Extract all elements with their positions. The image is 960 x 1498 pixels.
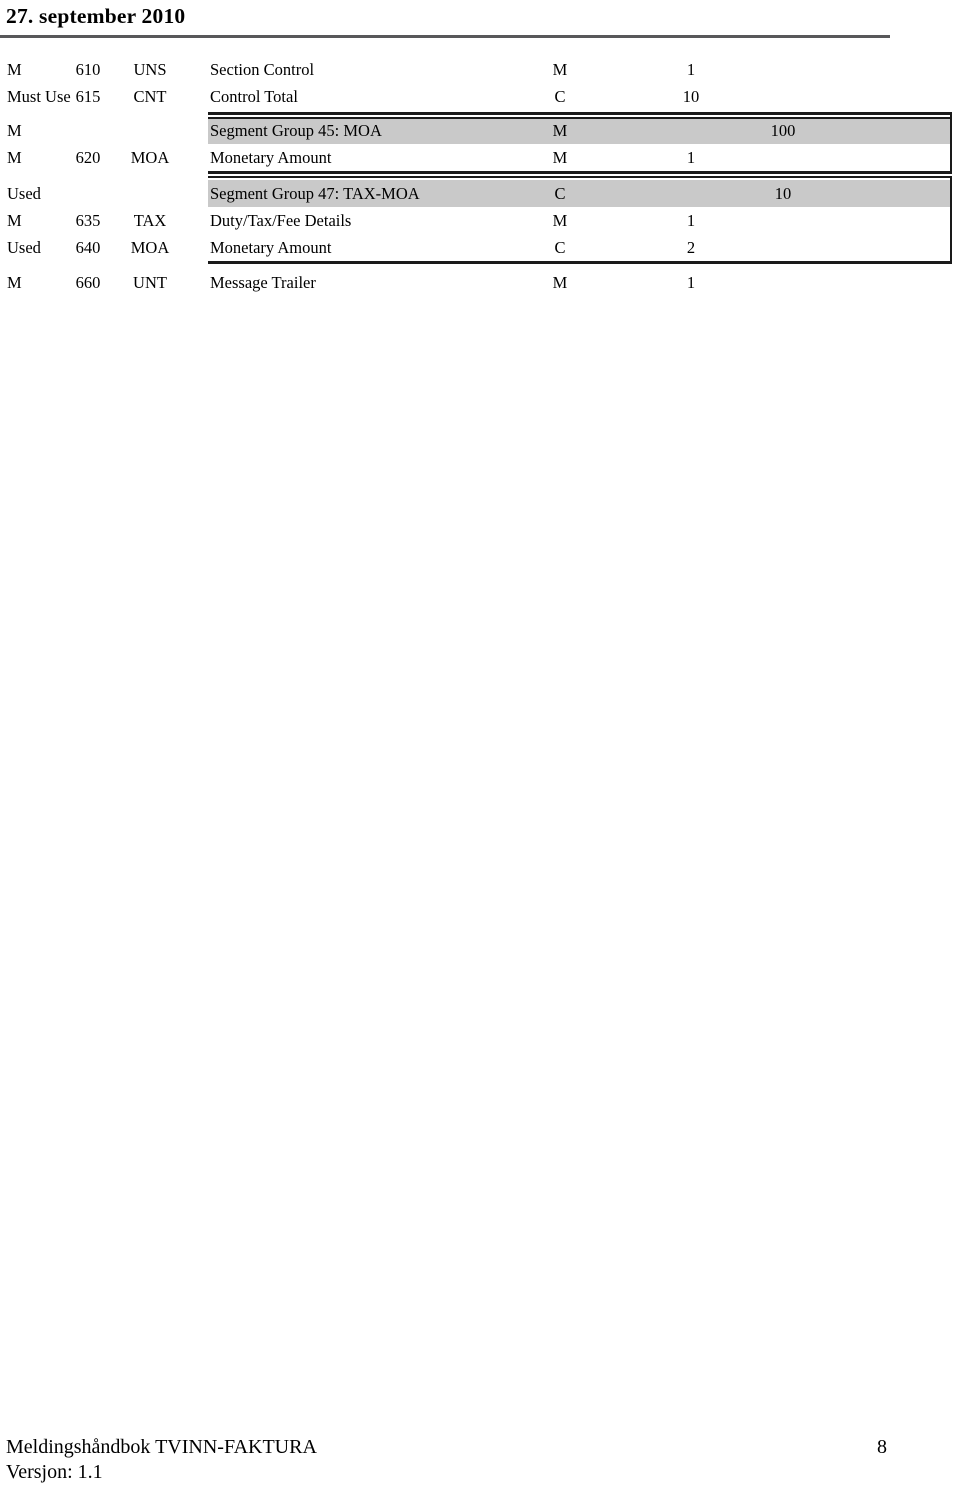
row-max-use: 10 xyxy=(682,87,700,106)
row-status: Used xyxy=(7,238,41,257)
table-block-right-edge xyxy=(950,114,952,172)
table-block-right-edge xyxy=(950,178,952,263)
row-status: M xyxy=(7,148,22,167)
row-requirement: C xyxy=(554,238,566,257)
row-segment-code: CNT xyxy=(133,87,167,106)
row-max-use: 100 xyxy=(770,121,796,140)
row-requirement: C xyxy=(554,87,566,106)
row-description: Control Total xyxy=(210,87,298,106)
segment-group-row: Used Segment Group 47: TAX-MOA C 10 xyxy=(0,180,960,207)
row-segment-number: 635 xyxy=(75,211,101,230)
row-segment-number: 610 xyxy=(75,60,101,79)
row-requirement: M xyxy=(552,273,568,292)
row-description: Message Trailer xyxy=(210,273,316,292)
row-max-use: 1 xyxy=(686,211,696,230)
row-group-name: Segment Group 47: TAX-MOA xyxy=(210,184,420,203)
segment-row: M 635 TAX Duty/Tax/Fee Details M 1 xyxy=(0,207,960,234)
footer-document-title: Meldingshåndbok TVINN-FAKTURA xyxy=(6,1436,317,1458)
row-requirement: C xyxy=(554,184,566,203)
row-status: M xyxy=(7,273,22,292)
row-description: Duty/Tax/Fee Details xyxy=(210,211,352,230)
row-segment-number: 640 xyxy=(75,238,101,257)
row-max-use: 1 xyxy=(686,273,696,292)
row-max-use: 10 xyxy=(774,184,792,203)
row-segment-code: MOA xyxy=(130,238,170,257)
row-requirement: M xyxy=(552,148,568,167)
row-group-name: Segment Group 45: MOA xyxy=(210,121,382,140)
row-segment-number: 660 xyxy=(75,273,101,292)
row-requirement: M xyxy=(552,211,568,230)
segment-row: Must Use 615 CNT Control Total C 10 xyxy=(0,83,960,110)
segment-row: M 610 UNS Section Control M 1 xyxy=(0,56,960,83)
row-segment-code: UNT xyxy=(133,273,167,292)
row-segment-code: MOA xyxy=(130,148,170,167)
row-segment-code: TAX xyxy=(133,211,167,230)
table-section-rule xyxy=(208,171,952,174)
row-status: M xyxy=(7,121,22,140)
row-max-use: 1 xyxy=(686,148,696,167)
segment-group-row: M Segment Group 45: MOA M 100 xyxy=(0,117,960,144)
row-description: Monetary Amount xyxy=(210,238,332,257)
header-date: 27. september 2010 xyxy=(6,4,186,28)
row-description: Section Control xyxy=(210,60,315,79)
row-segment-number: 620 xyxy=(75,148,101,167)
segment-row: M 660 UNT Message Trailer M 1 xyxy=(0,269,960,296)
table-section-rule xyxy=(208,176,952,178)
page-number: 8 xyxy=(877,1436,887,1458)
page-footer: Meldingshåndbok TVINN-FAKTURA Versjon: 1… xyxy=(0,1434,960,1498)
row-segment-number: 615 xyxy=(75,87,101,106)
row-description: Monetary Amount xyxy=(210,148,332,167)
row-status: M xyxy=(7,60,22,79)
segment-row: Used 640 MOA Monetary Amount C 2 xyxy=(0,234,960,261)
table-section-rule xyxy=(208,112,952,115)
row-max-use: 1 xyxy=(686,60,696,79)
table-section-rule xyxy=(208,261,952,264)
row-requirement: M xyxy=(552,60,568,79)
footer-version: Versjon: 1.1 xyxy=(6,1461,103,1483)
row-status: Used xyxy=(7,184,41,203)
row-segment-code: UNS xyxy=(133,60,167,79)
row-status: M xyxy=(7,211,22,230)
row-max-use: 2 xyxy=(686,238,696,257)
segment-row: M 620 MOA Monetary Amount M 1 xyxy=(0,144,960,171)
header-divider-rule xyxy=(0,35,890,38)
page-header: 27. september 2010 xyxy=(0,0,960,46)
row-requirement: M xyxy=(552,121,568,140)
